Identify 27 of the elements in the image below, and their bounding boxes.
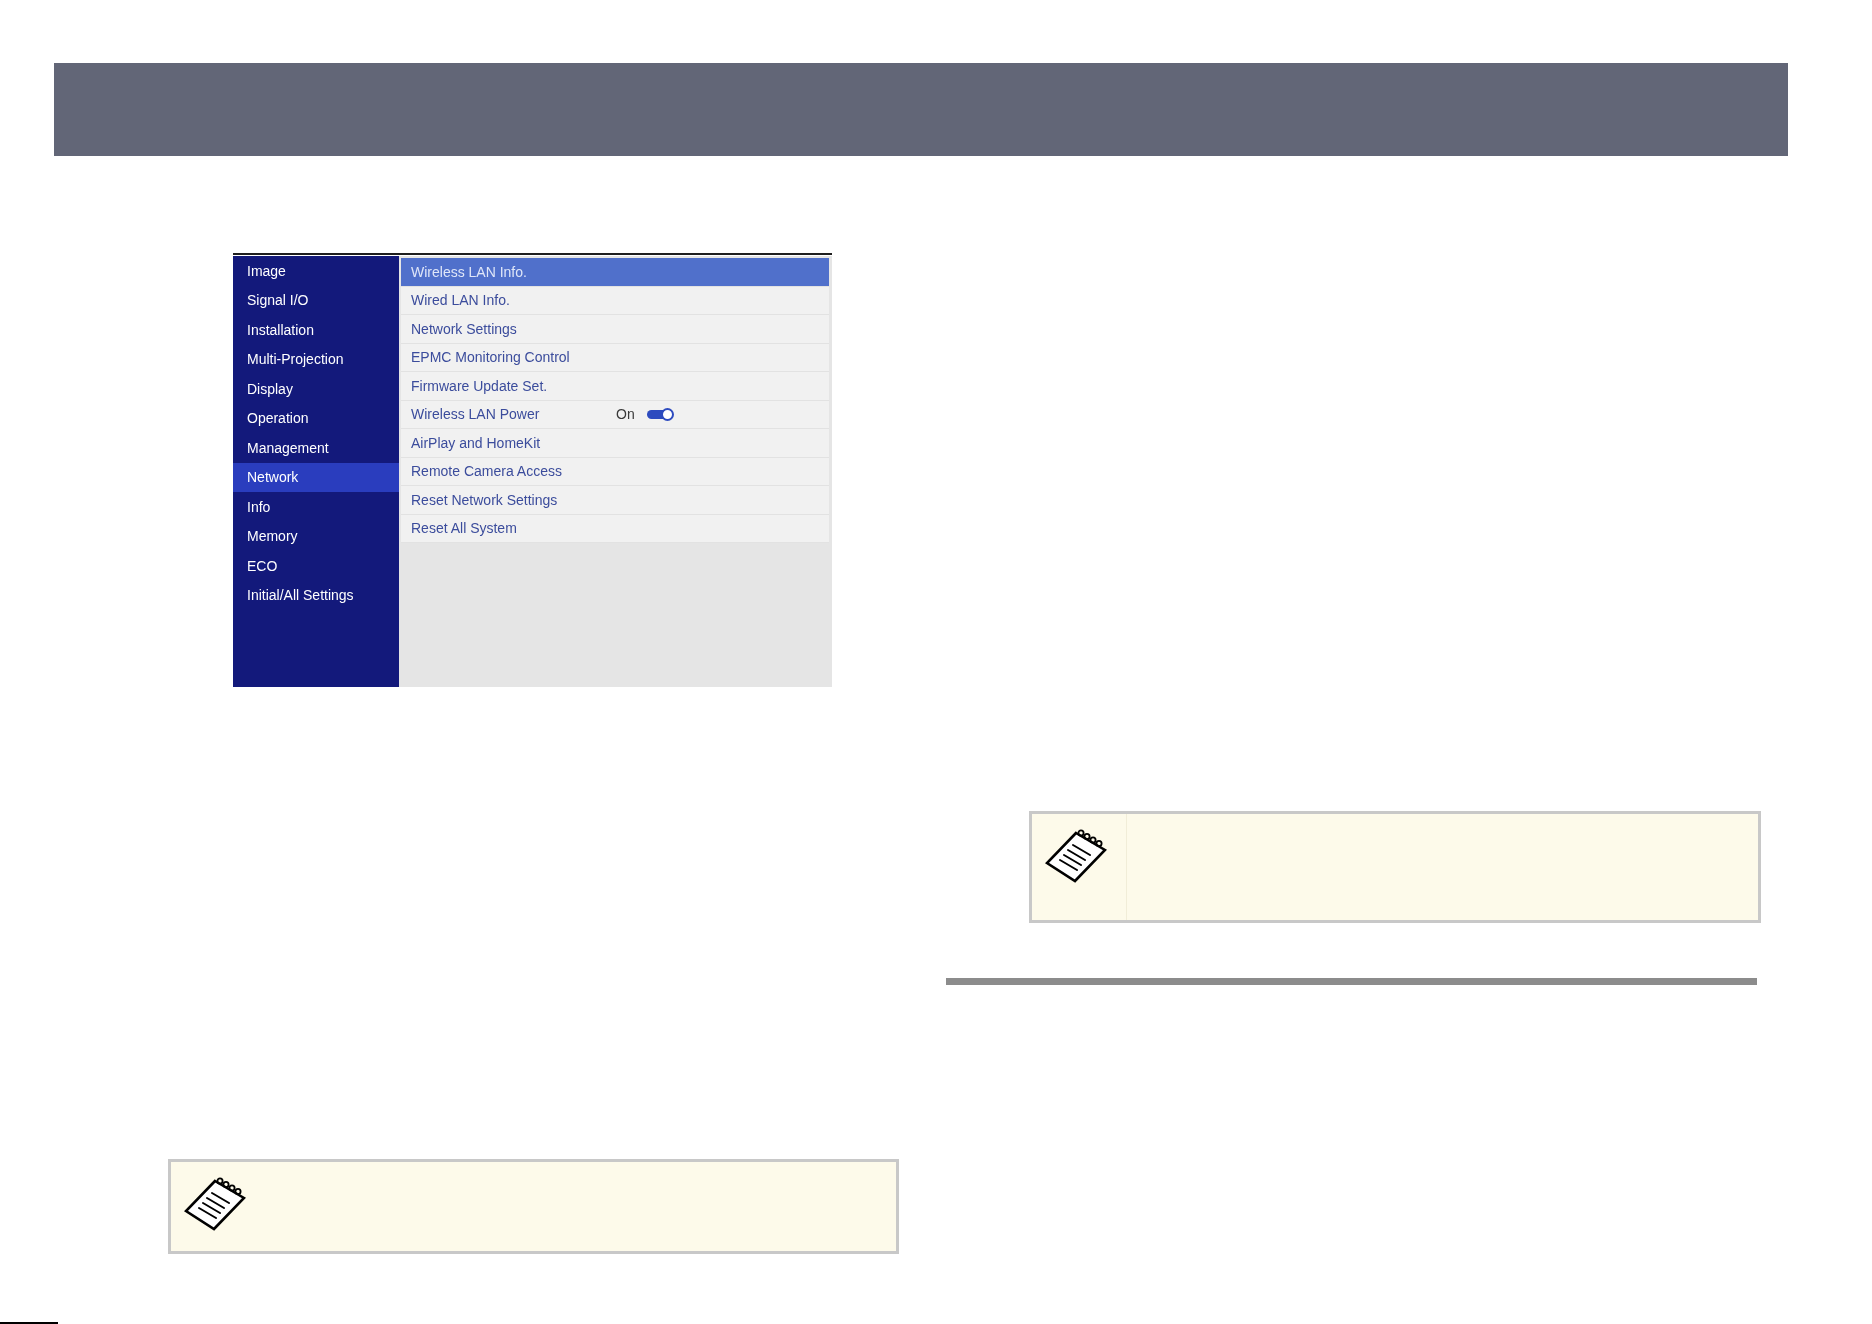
sidebar-item[interactable]: Installation	[233, 315, 399, 345]
sidebar-item[interactable]: Image	[233, 256, 399, 286]
notepad-icon	[184, 1177, 246, 1231]
sidebar-item[interactable]: Display	[233, 374, 399, 404]
submenu-item[interactable]: Remote Camera Access	[401, 457, 829, 486]
submenu-item[interactable]: Network Settings	[401, 315, 829, 344]
submenu-item[interactable]: Firmware Update Set.	[401, 372, 829, 401]
submenu-item[interactable]: Reset All System	[401, 514, 829, 543]
sidebar-item[interactable]: Memory	[233, 521, 399, 551]
setting-label: Wireless LAN Power	[411, 406, 541, 423]
sidebar-item[interactable]: Signal I/O	[233, 285, 399, 315]
sidebar-item[interactable]: Network	[233, 462, 399, 492]
submenu-item[interactable]: EPMC Monitoring Control	[401, 343, 829, 372]
toggle-switch[interactable]	[647, 407, 674, 421]
sidebar-item[interactable]: Info	[233, 492, 399, 522]
sidebar-item[interactable]: Management	[233, 433, 399, 463]
submenu-item[interactable]: Wired LAN Info.	[401, 286, 829, 315]
setting-value: On	[616, 406, 636, 423]
submenu-item[interactable]: AirPlay and HomeKit	[401, 429, 829, 458]
sidebar-item[interactable]: ECO	[233, 551, 399, 581]
submenu-item[interactable]: Wireless LAN Info.	[401, 258, 829, 287]
sidebar-item[interactable]: Operation	[233, 403, 399, 433]
sidebar-item[interactable]: Multi-Projection	[233, 344, 399, 374]
submenu-item[interactable]: Wireless LAN Power On	[401, 400, 829, 429]
sidebar-item[interactable]: Initial/All Settings	[233, 580, 399, 610]
notepad-icon	[1045, 829, 1107, 883]
submenu-item[interactable]: Reset Network Settings	[401, 486, 829, 515]
